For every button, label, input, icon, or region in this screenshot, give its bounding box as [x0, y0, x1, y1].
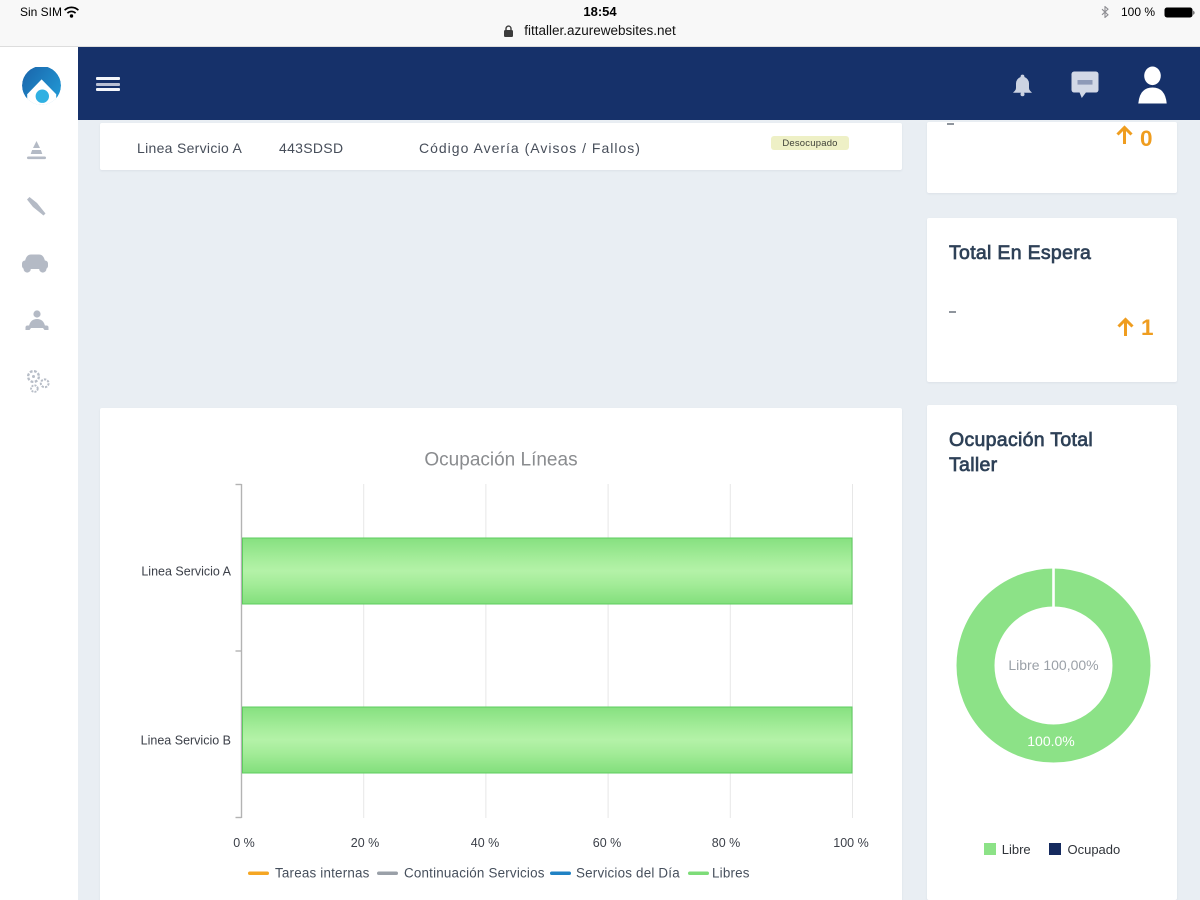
svg-text:100.0%: 100.0%	[1027, 733, 1074, 749]
svg-text:Linea Servicio B: Linea Servicio B	[141, 734, 231, 748]
svg-text:Linea Servicio A: Linea Servicio A	[141, 565, 231, 579]
svg-text:40 %: 40 %	[471, 836, 500, 850]
svg-text:Tareas internas: Tareas internas	[275, 866, 370, 881]
svg-text:0 %: 0 %	[233, 836, 255, 850]
svg-text:Libre 100,00%: Libre 100,00%	[1008, 657, 1098, 673]
svg-text:Servicios del Día: Servicios del Día	[576, 866, 680, 881]
svg-text:Continuación Servicios: Continuación Servicios	[404, 866, 545, 881]
svg-text:100 %: 100 %	[833, 836, 868, 850]
svg-text:Ocupación Líneas: Ocupación Líneas	[424, 450, 577, 471]
svg-text:Libres: Libres	[712, 866, 750, 881]
svg-text:60 %: 60 %	[593, 836, 622, 850]
svg-text:20 %: 20 %	[351, 836, 380, 850]
svg-text:80 %: 80 %	[712, 836, 741, 850]
